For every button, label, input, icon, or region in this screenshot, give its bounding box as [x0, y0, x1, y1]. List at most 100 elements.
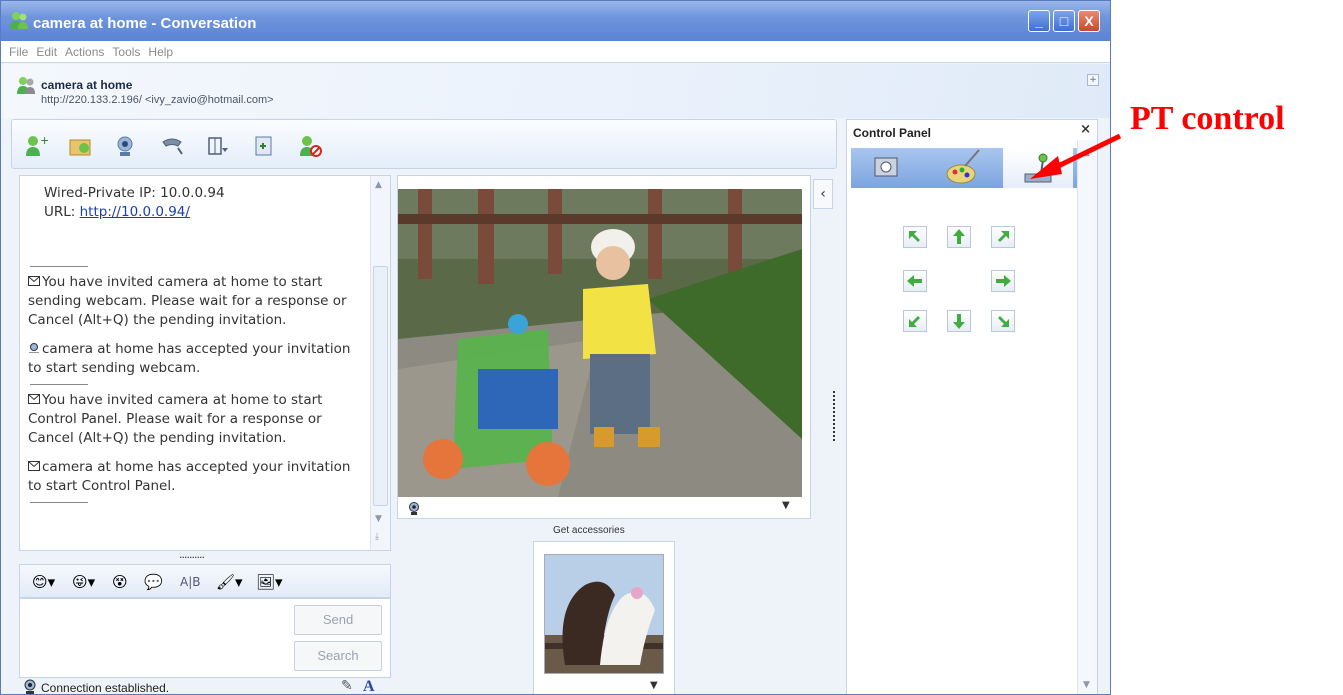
conversation-toolbar: +	[11, 119, 837, 169]
pan-down-left-button[interactable]	[903, 310, 927, 332]
control-panel: Control Panel × ▼	[846, 119, 1098, 694]
webcam-video	[398, 189, 802, 497]
menu-bar: File Edit Actions Tools Help	[1, 41, 1110, 63]
envelope-icon	[28, 394, 40, 404]
contact-address: http://220.133.2.196/ <ivy_zavio@hotmail…	[41, 94, 274, 106]
webcam-icon[interactable]	[114, 134, 138, 158]
emoticon-icon[interactable]: 😊▾	[32, 573, 55, 591]
font-format-icon[interactable]: A|B	[180, 575, 200, 589]
palette-icon	[946, 149, 980, 184]
control-panel-title: Control Panel	[853, 126, 932, 140]
collapse-panel-arrow-icon[interactable]: ‹	[813, 179, 833, 209]
log-message: camera at home has accepted your invitat…	[28, 459, 351, 494]
tilt-down-button[interactable]	[947, 310, 971, 332]
scroll-thumb[interactable]	[373, 266, 388, 506]
log-scrollbar[interactable]: ▲ ▼ ⤓	[370, 176, 390, 550]
invite-contact-icon[interactable]: +	[24, 134, 49, 158]
ip-line: Wired-Private IP: 10.0.0.94	[44, 185, 225, 201]
messenger-buddy-icon	[9, 11, 29, 35]
text-mode-icon[interactable]: A	[363, 678, 375, 694]
games-icon[interactable]	[252, 134, 276, 158]
menu-file[interactable]: File	[9, 45, 28, 59]
send-button[interactable]: Send	[294, 605, 382, 635]
scroll-down-icon[interactable]: ▼	[375, 514, 382, 524]
pt-control-annotation: PT control	[1130, 100, 1285, 137]
handwriting-icon[interactable]: 🖌▾	[216, 573, 243, 591]
log-message: You have invited camera at home to start…	[28, 274, 347, 328]
scroll-up-icon[interactable]: ▲	[375, 180, 382, 190]
webcam-panel: ▼	[397, 175, 811, 519]
panel-vertical-splitter[interactable]	[833, 391, 837, 441]
envelope-icon	[28, 461, 40, 471]
title-bar[interactable]: camera at home - Conversation _ □ X	[1, 1, 1110, 41]
log-separator	[30, 266, 88, 267]
get-accessories-label[interactable]: Get accessories	[553, 525, 625, 536]
snapshot-icon	[874, 157, 898, 177]
arrow-up-left-icon	[909, 231, 920, 242]
conversation-window: camera at home - Conversation _ □ X File…	[0, 0, 1111, 695]
wink-icon[interactable]: 😜▾	[72, 573, 95, 591]
status-text: Connection established.	[41, 681, 170, 695]
conversation-log[interactable]: Wired-Private IP: 10.0.0.94 URL: http://…	[19, 175, 391, 551]
window-title: camera at home - Conversation	[33, 15, 257, 32]
log-message: You have invited camera at home to start…	[28, 392, 323, 446]
status-bar: Connection established. ✎ A	[19, 678, 391, 695]
control-panel-scrollbar[interactable]: ▲ ▼	[1077, 140, 1097, 694]
expand-header-icon[interactable]: +	[1087, 74, 1099, 86]
display-picture-menu-arrow-icon[interactable]: ▼	[650, 680, 658, 691]
display-picture-panel: ▼	[533, 541, 675, 694]
compose-toolbar: 😊▾ 😜▾ 😵 💬 A|B 🖌▾ 🖼▾	[19, 564, 391, 598]
arrow-right-icon	[996, 275, 1011, 287]
annotation-arrow-icon	[1030, 133, 1122, 179]
display-picture[interactable]	[544, 554, 664, 674]
activities-icon[interactable]	[206, 134, 230, 158]
share-folder-icon[interactable]	[68, 134, 92, 158]
close-button[interactable]: X	[1078, 10, 1100, 32]
url-line: URL: http://10.0.0.94/	[44, 204, 190, 220]
arrow-down-right-icon	[998, 316, 1009, 327]
cp-scroll-down-icon[interactable]: ▼	[1083, 680, 1090, 690]
envelope-icon	[28, 276, 40, 286]
log-separator	[30, 502, 88, 503]
nudge-icon[interactable]: 😵	[112, 573, 128, 591]
minimize-button[interactable]: _	[1028, 10, 1050, 32]
tab-image-settings[interactable]	[927, 148, 997, 188]
contact-name: camera at home	[41, 78, 133, 92]
tilt-up-button[interactable]	[947, 226, 971, 248]
pan-right-button[interactable]	[991, 270, 1015, 292]
voice-clip-icon[interactable]: 💬	[144, 573, 163, 591]
status-webcam-icon	[23, 679, 37, 694]
tab-snapshot[interactable]	[851, 148, 921, 188]
log-message: camera at home has accepted your invitat…	[28, 341, 351, 376]
pan-up-right-button[interactable]	[991, 226, 1015, 248]
handwriting-mode-icon[interactable]: ✎	[341, 678, 353, 694]
contact-header: camera at home http://220.133.2.196/ <iv…	[1, 64, 1110, 118]
arrow-up-icon	[953, 229, 965, 244]
block-icon[interactable]	[298, 134, 322, 158]
search-button[interactable]: Search	[294, 641, 382, 671]
call-icon[interactable]	[160, 134, 184, 158]
pan-up-left-button[interactable]	[903, 226, 927, 248]
menu-help[interactable]: Help	[148, 45, 173, 59]
contact-buddy-icon	[15, 76, 37, 100]
webcam-accepted-icon	[29, 343, 39, 353]
webcam-status-icon[interactable]	[408, 501, 420, 520]
webcam-menu-arrow-icon[interactable]: ▼	[782, 500, 790, 511]
pan-down-right-button[interactable]	[991, 310, 1015, 332]
arrow-left-icon	[907, 275, 922, 287]
message-compose-area[interactable]: Send Search	[19, 598, 391, 678]
maximize-button[interactable]: □	[1053, 10, 1075, 32]
pan-left-button[interactable]	[903, 270, 927, 292]
menu-tools[interactable]: Tools	[112, 45, 140, 59]
arrow-up-right-icon	[998, 231, 1009, 242]
splitter-grip-icon: ··········	[179, 551, 205, 564]
scroll-end-icon[interactable]: ⤓	[375, 532, 379, 542]
webcam-controls-bar: ▼	[398, 498, 810, 518]
background-icon[interactable]: 🖼▾	[256, 573, 283, 591]
camera-url-link[interactable]: http://10.0.0.94/	[80, 204, 190, 220]
menu-edit[interactable]: Edit	[36, 45, 57, 59]
arrow-down-left-icon	[909, 316, 920, 327]
menu-actions[interactable]: Actions	[65, 45, 104, 59]
arrow-down-icon	[953, 314, 965, 329]
log-compose-splitter[interactable]: ··········	[19, 551, 391, 564]
